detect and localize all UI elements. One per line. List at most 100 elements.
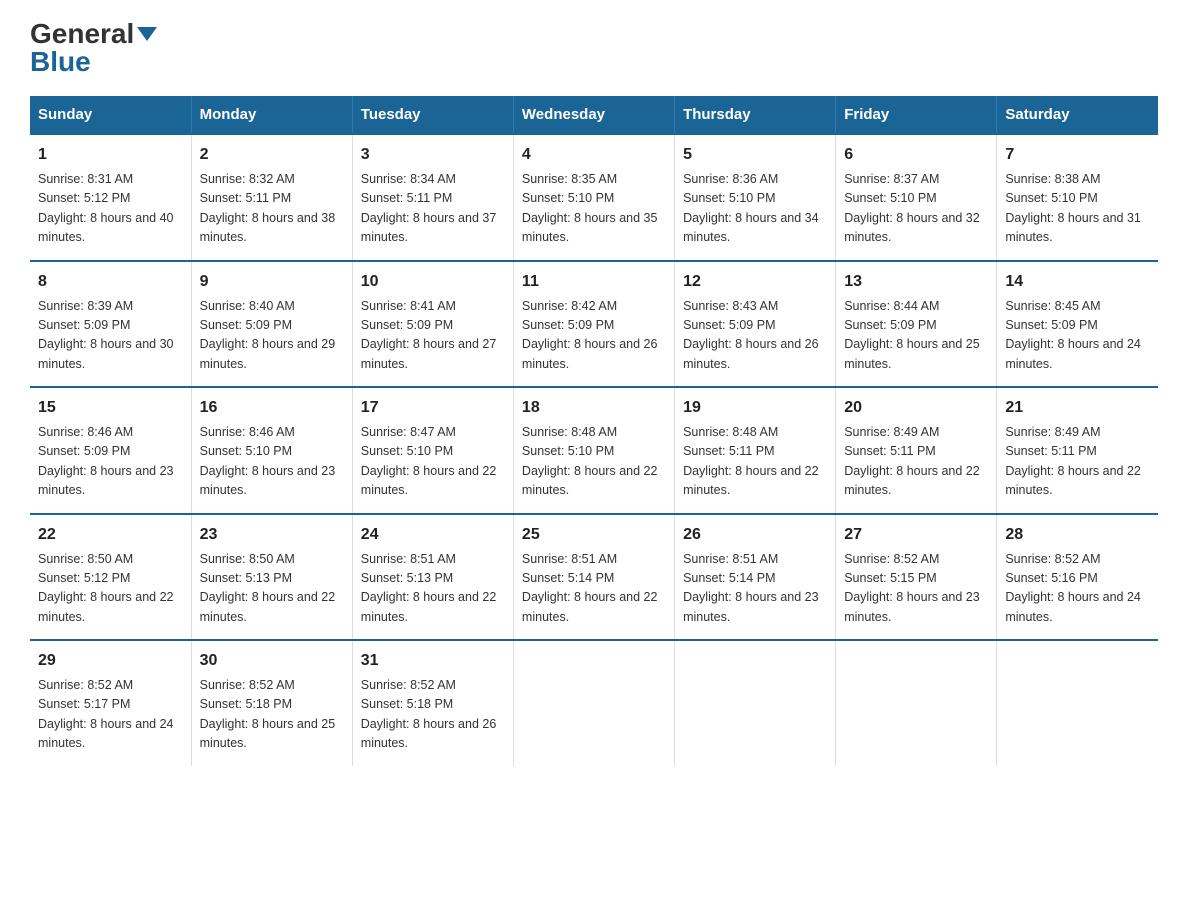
day-number: 17 (361, 396, 505, 420)
day-number: 8 (38, 270, 183, 294)
calendar-week-row: 22Sunrise: 8:50 AMSunset: 5:12 PMDayligh… (30, 514, 1158, 641)
header-wednesday: Wednesday (513, 96, 674, 134)
day-number: 28 (1005, 523, 1150, 547)
day-info: Sunrise: 8:50 AMSunset: 5:12 PMDaylight:… (38, 550, 183, 628)
day-info: Sunrise: 8:39 AMSunset: 5:09 PMDaylight:… (38, 297, 183, 375)
calendar-cell: 27 Sunrise: 8:52 AMSunset: 5:15 PMDayligh… (836, 514, 997, 641)
day-info: Sunrise: 8:44 AMSunset: 5:09 PMDaylight:… (844, 297, 988, 375)
header-thursday: Thursday (675, 96, 836, 134)
calendar-week-row: 8 Sunrise: 8:39 AMSunset: 5:09 PMDaylight… (30, 261, 1158, 388)
calendar-cell (675, 640, 836, 766)
calendar-cell: 13Sunrise: 8:44 AMSunset: 5:09 PMDayligh… (836, 261, 997, 388)
day-number: 19 (683, 396, 827, 420)
calendar-cell: 15 Sunrise: 8:46 AMSunset: 5:09 PMDayligh… (30, 387, 191, 514)
day-info: Sunrise: 8:52 AMSunset: 5:15 PMDaylight:… (844, 550, 988, 628)
day-info: Sunrise: 8:34 AMSunset: 5:11 PMDaylight:… (361, 170, 505, 248)
logo-blue: Blue (30, 48, 91, 76)
day-number: 23 (200, 523, 344, 547)
day-number: 30 (200, 649, 344, 673)
calendar-cell: 14 Sunrise: 8:45 AMSunset: 5:09 PMDayligh… (997, 261, 1158, 388)
day-info: Sunrise: 8:49 AMSunset: 5:11 PMDaylight:… (844, 423, 988, 501)
day-number: 4 (522, 143, 666, 167)
calendar-cell (513, 640, 674, 766)
calendar-header-row: SundayMondayTuesdayWednesdayThursdayFrid… (30, 96, 1158, 134)
header-tuesday: Tuesday (352, 96, 513, 134)
day-info: Sunrise: 8:35 AMSunset: 5:10 PMDaylight:… (522, 170, 666, 248)
day-info: Sunrise: 8:52 AMSunset: 5:17 PMDaylight:… (38, 676, 183, 754)
day-info: Sunrise: 8:49 AMSunset: 5:11 PMDaylight:… (1005, 423, 1150, 501)
day-info: Sunrise: 8:40 AMSunset: 5:09 PMDaylight:… (200, 297, 344, 375)
calendar-week-row: 1 Sunrise: 8:31 AMSunset: 5:12 PMDaylight… (30, 134, 1158, 261)
day-info: Sunrise: 8:52 AMSunset: 5:18 PMDaylight:… (200, 676, 344, 754)
day-number: 6 (844, 143, 988, 167)
day-number: 26 (683, 523, 827, 547)
day-number: 10 (361, 270, 505, 294)
calendar-cell: 5Sunrise: 8:36 AMSunset: 5:10 PMDaylight… (675, 134, 836, 261)
header-saturday: Saturday (997, 96, 1158, 134)
calendar-cell: 9Sunrise: 8:40 AMSunset: 5:09 PMDaylight… (191, 261, 352, 388)
day-number: 11 (522, 270, 666, 294)
day-number: 14 (1005, 270, 1150, 294)
day-info: Sunrise: 8:46 AMSunset: 5:09 PMDaylight:… (38, 423, 183, 501)
day-info: Sunrise: 8:45 AMSunset: 5:09 PMDaylight:… (1005, 297, 1150, 375)
calendar-cell (836, 640, 997, 766)
calendar-cell: 23 Sunrise: 8:50 AMSunset: 5:13 PMDayligh… (191, 514, 352, 641)
calendar-cell: 8 Sunrise: 8:39 AMSunset: 5:09 PMDaylight… (30, 261, 191, 388)
calendar-cell: 1 Sunrise: 8:31 AMSunset: 5:12 PMDaylight… (30, 134, 191, 261)
day-info: Sunrise: 8:48 AMSunset: 5:11 PMDaylight:… (683, 423, 827, 501)
calendar-cell: 16 Sunrise: 8:46 AMSunset: 5:10 PMDayligh… (191, 387, 352, 514)
day-number: 29 (38, 649, 183, 673)
calendar-week-row: 15 Sunrise: 8:46 AMSunset: 5:09 PMDayligh… (30, 387, 1158, 514)
day-number: 5 (683, 143, 827, 167)
day-info: Sunrise: 8:42 AMSunset: 5:09 PMDaylight:… (522, 297, 666, 375)
header-monday: Monday (191, 96, 352, 134)
calendar-cell: 19 Sunrise: 8:48 AMSunset: 5:11 PMDayligh… (675, 387, 836, 514)
calendar-cell: 29 Sunrise: 8:52 AMSunset: 5:17 PMDayligh… (30, 640, 191, 766)
day-number: 7 (1005, 143, 1150, 167)
calendar-week-row: 29 Sunrise: 8:52 AMSunset: 5:17 PMDayligh… (30, 640, 1158, 766)
calendar-cell: 26Sunrise: 8:51 AMSunset: 5:14 PMDayligh… (675, 514, 836, 641)
day-number: 12 (683, 270, 827, 294)
day-info: Sunrise: 8:51 AMSunset: 5:14 PMDaylight:… (522, 550, 666, 628)
day-number: 16 (200, 396, 344, 420)
page-header: General Blue (30, 20, 1158, 76)
logo: General Blue (30, 20, 157, 76)
day-info: Sunrise: 8:46 AMSunset: 5:10 PMDaylight:… (200, 423, 344, 501)
day-info: Sunrise: 8:41 AMSunset: 5:09 PMDaylight:… (361, 297, 505, 375)
day-number: 2 (200, 143, 344, 167)
day-info: Sunrise: 8:47 AMSunset: 5:10 PMDaylight:… (361, 423, 505, 501)
day-number: 18 (522, 396, 666, 420)
day-info: Sunrise: 8:37 AMSunset: 5:10 PMDaylight:… (844, 170, 988, 248)
calendar-cell (997, 640, 1158, 766)
day-number: 27 (844, 523, 988, 547)
day-info: Sunrise: 8:43 AMSunset: 5:09 PMDaylight:… (683, 297, 827, 375)
calendar-cell: 22Sunrise: 8:50 AMSunset: 5:12 PMDayligh… (30, 514, 191, 641)
day-info: Sunrise: 8:52 AMSunset: 5:16 PMDaylight:… (1005, 550, 1150, 628)
calendar-cell: 10 Sunrise: 8:41 AMSunset: 5:09 PMDayligh… (352, 261, 513, 388)
day-number: 15 (38, 396, 183, 420)
calendar-cell: 11 Sunrise: 8:42 AMSunset: 5:09 PMDayligh… (513, 261, 674, 388)
calendar-cell: 12 Sunrise: 8:43 AMSunset: 5:09 PMDayligh… (675, 261, 836, 388)
calendar-cell: 21 Sunrise: 8:49 AMSunset: 5:11 PMDayligh… (997, 387, 1158, 514)
header-sunday: Sunday (30, 96, 191, 134)
header-friday: Friday (836, 96, 997, 134)
logo-general: General (30, 20, 157, 48)
logo-arrow-icon (137, 27, 157, 41)
day-number: 20 (844, 396, 988, 420)
calendar-cell: 7Sunrise: 8:38 AMSunset: 5:10 PMDaylight… (997, 134, 1158, 261)
day-number: 31 (361, 649, 505, 673)
calendar-cell: 6 Sunrise: 8:37 AMSunset: 5:10 PMDaylight… (836, 134, 997, 261)
calendar-cell: 2 Sunrise: 8:32 AMSunset: 5:11 PMDaylight… (191, 134, 352, 261)
day-number: 24 (361, 523, 505, 547)
day-info: Sunrise: 8:32 AMSunset: 5:11 PMDaylight:… (200, 170, 344, 248)
day-info: Sunrise: 8:31 AMSunset: 5:12 PMDaylight:… (38, 170, 183, 248)
calendar-cell: 20 Sunrise: 8:49 AMSunset: 5:11 PMDayligh… (836, 387, 997, 514)
calendar-cell: 3Sunrise: 8:34 AMSunset: 5:11 PMDaylight… (352, 134, 513, 261)
day-number: 1 (38, 143, 183, 167)
day-info: Sunrise: 8:50 AMSunset: 5:13 PMDaylight:… (200, 550, 344, 628)
day-number: 21 (1005, 396, 1150, 420)
day-info: Sunrise: 8:52 AMSunset: 5:18 PMDaylight:… (361, 676, 505, 754)
calendar-cell: 31 Sunrise: 8:52 AMSunset: 5:18 PMDayligh… (352, 640, 513, 766)
calendar-cell: 17 Sunrise: 8:47 AMSunset: 5:10 PMDayligh… (352, 387, 513, 514)
calendar-cell: 24Sunrise: 8:51 AMSunset: 5:13 PMDayligh… (352, 514, 513, 641)
